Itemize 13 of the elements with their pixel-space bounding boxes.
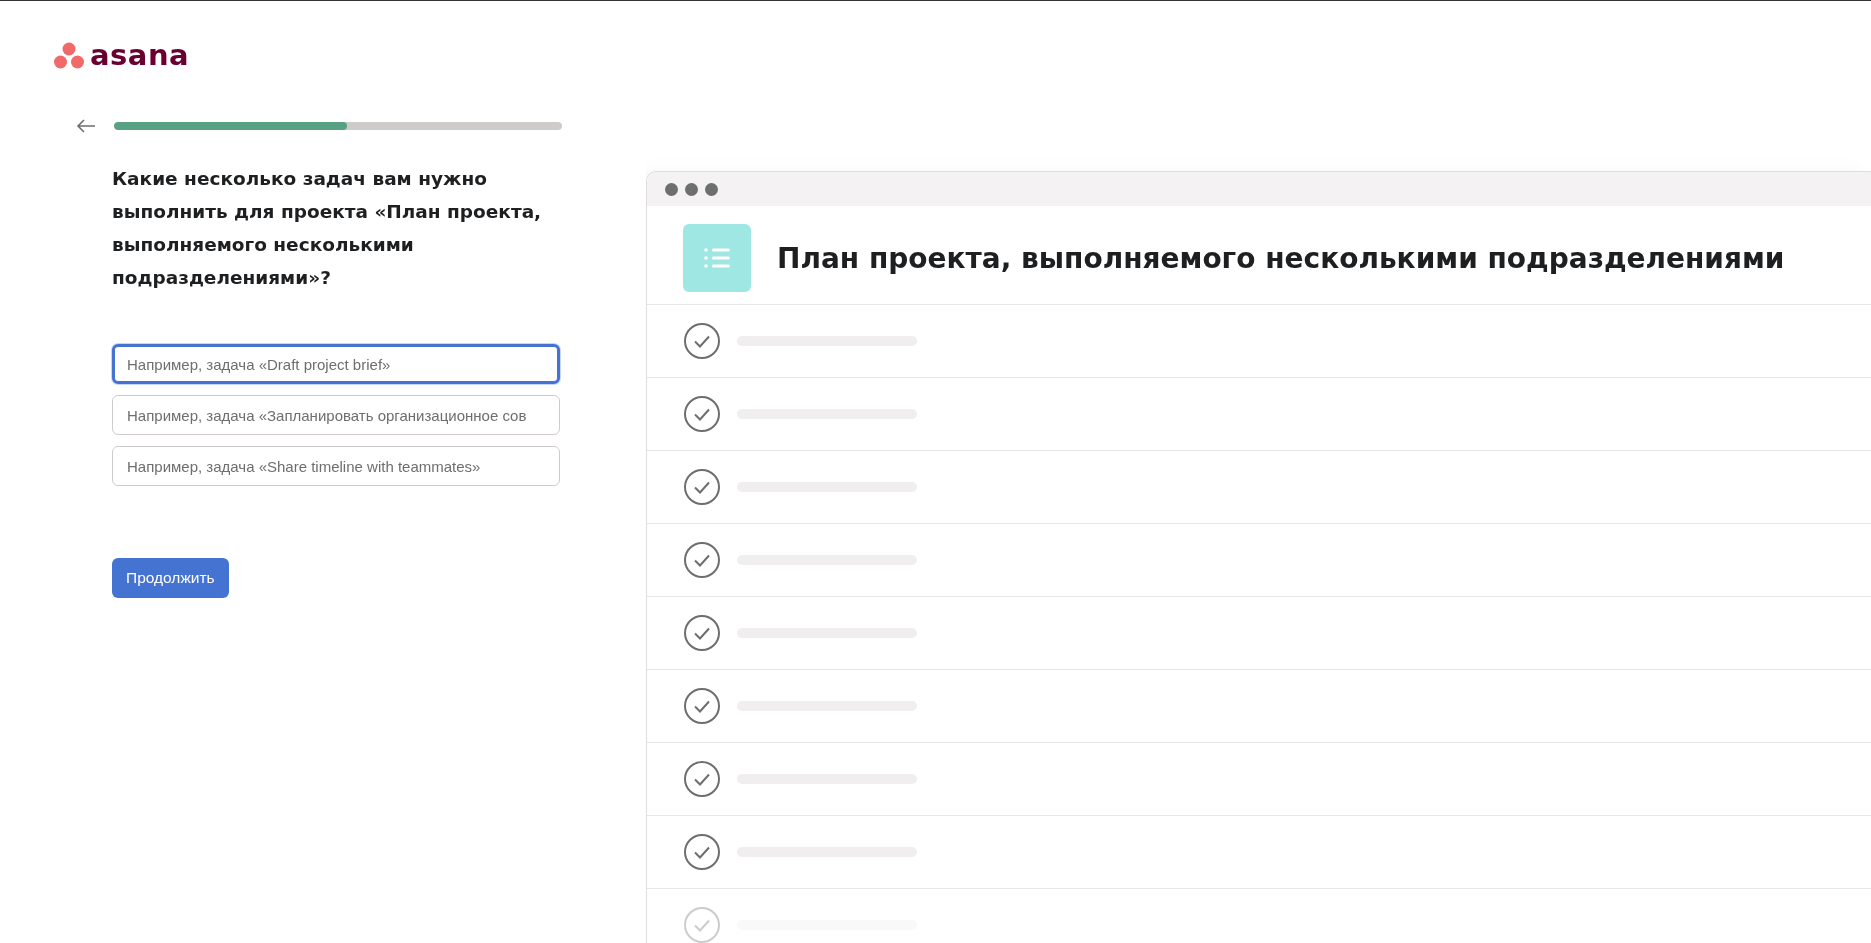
task-input-field[interactable]: Например, задача «Запланировать организационное сов xyxy=(112,395,560,435)
window-dot-icon xyxy=(665,182,678,196)
task-input-field[interactable]: Например, задача «Share timeline with teammates» xyxy=(112,446,560,486)
logo-icon xyxy=(54,41,84,70)
question-heading: Какие несколько задач вам нужно выполнить для проекта «План проекта, выполняемого несколькими подразделениями»? xyxy=(112,167,543,290)
back-arrow-icon[interactable] xyxy=(76,118,96,134)
window-dot-icon xyxy=(705,182,718,196)
project-title: План проекта, выполняемого несколькими подразделениями xyxy=(777,241,1785,275)
logo-wordmark: asana xyxy=(90,41,190,70)
task-input-field[interactable]: Например, задача «Draft project brief» xyxy=(112,344,560,384)
continue-button[interactable]: Продолжить xyxy=(112,558,229,598)
list-icon xyxy=(683,224,751,292)
window-dot-icon xyxy=(685,182,698,196)
